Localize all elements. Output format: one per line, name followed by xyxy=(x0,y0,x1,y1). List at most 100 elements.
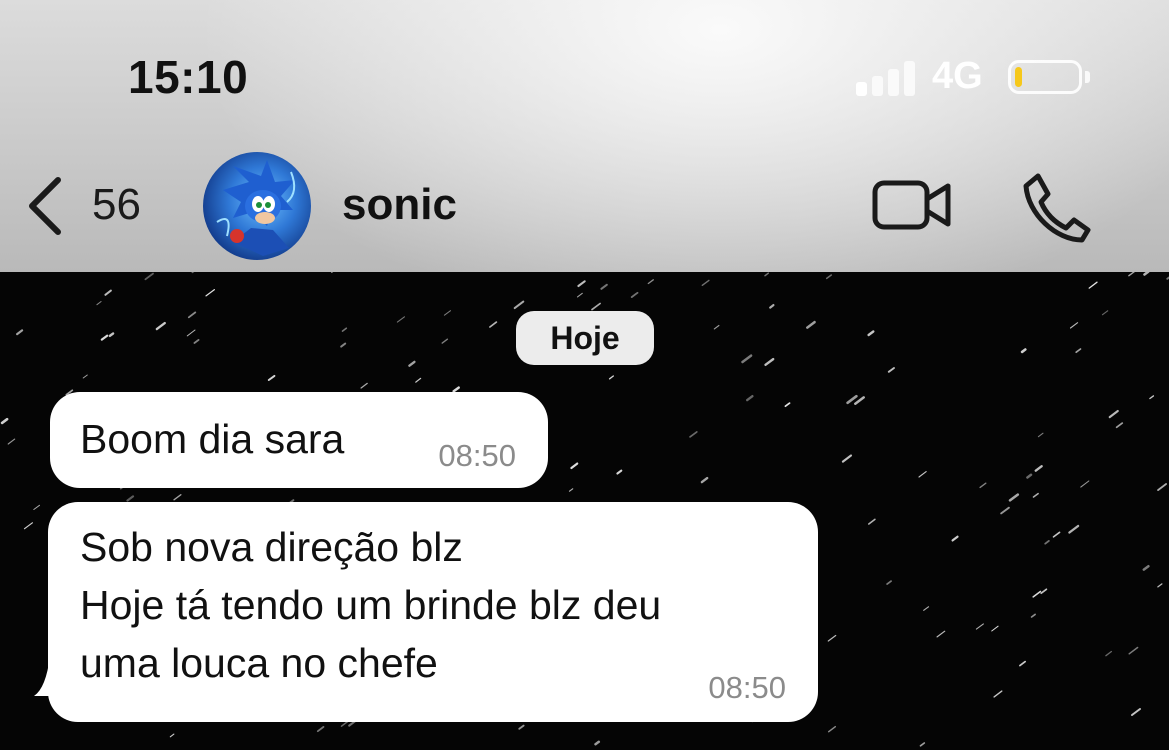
wallpaper-star xyxy=(1131,708,1141,716)
status-time: 15:10 xyxy=(128,51,249,103)
wallpaper-star xyxy=(1030,613,1036,618)
wallpaper-star xyxy=(104,289,112,296)
wallpaper-star xyxy=(1143,272,1150,276)
wallpaper-star xyxy=(193,339,200,344)
wallpaper-star xyxy=(918,471,927,478)
wallpaper-star xyxy=(1157,483,1167,492)
sonic-avatar-icon xyxy=(216,160,296,256)
wallpaper-star xyxy=(1101,310,1109,316)
video-camera-icon xyxy=(872,180,951,230)
bubble-tail xyxy=(34,656,68,696)
wallpaper-star xyxy=(1034,465,1043,472)
chevron-left-icon xyxy=(29,177,61,235)
wallpaper-star xyxy=(267,374,276,381)
wallpaper-star xyxy=(341,327,348,332)
wallpaper-star xyxy=(108,332,115,338)
wallpaper-star xyxy=(923,606,930,611)
date-separator: Hoje xyxy=(516,311,654,365)
wallpaper-star xyxy=(82,374,88,379)
top-bar: 15:10 4G 56 sonic xyxy=(0,0,1169,272)
battery-cap xyxy=(1085,71,1090,83)
wallpaper-star xyxy=(700,476,709,484)
wallpaper-star xyxy=(415,377,422,383)
wallpaper-star xyxy=(827,725,837,733)
wallpaper-star xyxy=(513,300,525,310)
wallpaper-star xyxy=(316,725,325,733)
contact-name[interactable]: sonic xyxy=(342,180,457,230)
contact-avatar[interactable] xyxy=(203,152,311,260)
wallpaper-star xyxy=(1105,650,1113,657)
wallpaper-star xyxy=(126,495,135,502)
wallpaper-star xyxy=(1069,322,1079,329)
wallpaper-star xyxy=(1044,539,1050,545)
wallpaper-star xyxy=(975,623,984,630)
wallpaper-star xyxy=(701,279,710,287)
wallpaper-star xyxy=(396,316,406,323)
wallpaper-star xyxy=(1088,281,1098,289)
wallpaper-star xyxy=(576,292,583,298)
wallpaper-star xyxy=(867,518,876,525)
voice-call-button[interactable] xyxy=(1016,168,1096,244)
wallpaper-star xyxy=(1032,492,1039,498)
wallpaper-star xyxy=(408,360,416,367)
wallpaper-star xyxy=(600,283,608,290)
wallpaper-star xyxy=(825,274,833,280)
message-time: 08:50 xyxy=(708,670,786,705)
wallpaper-star xyxy=(993,690,1003,698)
wallpaper-star xyxy=(205,289,215,297)
wallpaper-star xyxy=(1032,590,1042,598)
wallpaper-star xyxy=(577,280,586,288)
message-bubble[interactable]: Boom dia sara 08:50 xyxy=(50,392,548,488)
wallpaper-star xyxy=(16,329,24,336)
wallpaper-star xyxy=(360,382,368,389)
chat-area[interactable]: Hoje Boom dia sara 08:50 Sob nova direçã… xyxy=(0,272,1169,750)
wallpaper-star xyxy=(608,375,614,380)
wallpaper-star xyxy=(1037,432,1044,438)
wallpaper-star xyxy=(100,334,109,341)
wallpaper-star xyxy=(1157,583,1163,588)
wallpaper-star xyxy=(0,417,9,425)
wallpaper-star xyxy=(991,625,999,632)
wallpaper-star xyxy=(1108,409,1119,419)
wallpaper-star xyxy=(570,462,579,470)
message-text: Boom dia sara xyxy=(80,416,345,462)
wallpaper-star xyxy=(936,630,946,638)
message-text: Sob nova direção blz Hoje tá tendo um br… xyxy=(80,524,662,686)
back-button[interactable]: 56 xyxy=(18,168,168,244)
video-call-button[interactable] xyxy=(868,170,958,240)
wallpaper-star xyxy=(784,402,791,408)
signal-strength-icon xyxy=(856,60,916,96)
wallpaper-star xyxy=(1052,531,1061,538)
wallpaper-star xyxy=(867,330,875,337)
wallpaper-star xyxy=(630,291,639,299)
wallpaper-star xyxy=(919,742,926,747)
wallpaper-star xyxy=(1008,493,1020,502)
wallpaper-star xyxy=(647,279,654,285)
wallpaper-star xyxy=(96,301,102,306)
wallpaper-star xyxy=(951,535,959,542)
wallpaper-star xyxy=(846,394,858,405)
wallpaper-star xyxy=(979,482,987,489)
wallpaper-star xyxy=(769,303,775,309)
wallpaper-star xyxy=(1019,660,1027,667)
wallpaper-star xyxy=(441,338,449,344)
wallpaper-star xyxy=(713,324,720,330)
wallpaper-star xyxy=(841,454,853,463)
wallpaper-star xyxy=(452,386,460,393)
wallpaper-star xyxy=(1142,564,1150,571)
message-bubble[interactable]: Sob nova direção blz Hoje tá tendo um br… xyxy=(48,502,818,722)
wallpaper-star xyxy=(886,580,892,585)
wallpaper-star xyxy=(827,634,837,642)
wallpaper-star xyxy=(1075,348,1082,354)
wallpaper-star xyxy=(568,488,574,492)
wallpaper-star xyxy=(764,357,775,367)
wallpaper-star xyxy=(186,329,196,337)
wallpaper-star xyxy=(1128,272,1135,277)
wallpaper-star xyxy=(340,342,347,348)
wallpaper-star xyxy=(1080,480,1090,488)
wallpaper-star xyxy=(7,438,16,445)
wallpaper-star xyxy=(23,522,34,530)
message-time: 08:50 xyxy=(438,438,516,473)
wallpaper-star xyxy=(1068,524,1080,534)
wallpaper-star xyxy=(33,504,40,510)
